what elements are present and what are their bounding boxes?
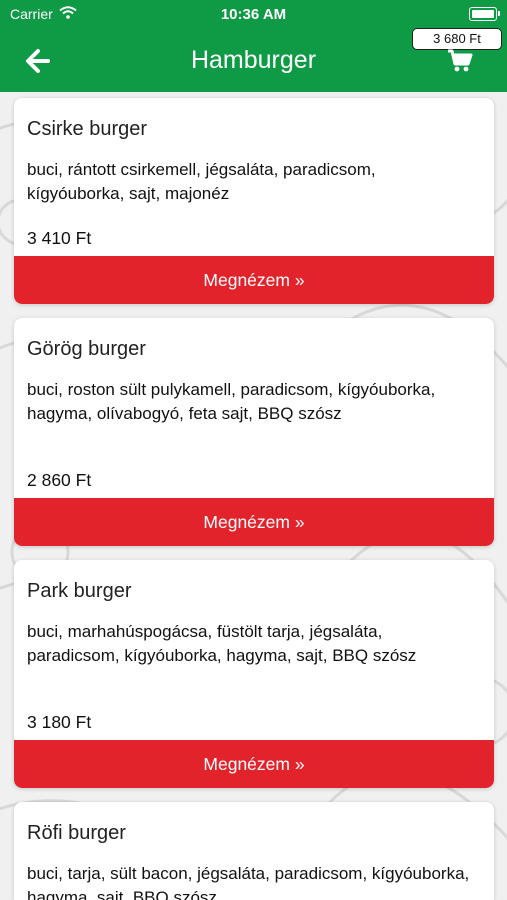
product-card: Görög burger buci, roston sült pulykamel…: [14, 318, 494, 546]
product-description: buci, marhahúspogácsa, füstölt tarja, jé…: [27, 622, 417, 665]
product-description: buci, rántott csirkemell, jégsaláta, par…: [27, 160, 376, 203]
status-bar: Carrier 10:36 AM: [0, 0, 507, 28]
product-description: buci, tarja, sült bacon, jégsaláta, para…: [27, 864, 470, 900]
product-card: Csirke burger buci, rántott csirkemell, …: [14, 98, 494, 304]
cart-total-badge: 3 680 Ft: [412, 28, 502, 50]
product-name: Csirke burger: [27, 118, 148, 140]
product-name: Görög burger: [27, 338, 146, 360]
view-button[interactable]: Megnézem »: [14, 498, 494, 546]
product-description: buci, roston sült pulykamell, paradicsom…: [27, 380, 436, 423]
header-bar: Carrier 10:36 AM Hamburger 3 680 Ft: [0, 0, 507, 92]
cart-icon[interactable]: [446, 48, 474, 74]
clock: 10:36 AM: [220, 6, 287, 23]
product-card: Röfi burger buci, tarja, sült bacon, jég…: [14, 802, 494, 900]
view-button[interactable]: Megnézem »: [14, 740, 494, 788]
product-name: Park burger: [27, 580, 132, 602]
product-name: Röfi burger: [27, 822, 126, 844]
product-price: 2 860 Ft: [27, 470, 92, 490]
battery-icon: [469, 7, 500, 21]
navigation-bar: Hamburger 3 680 Ft: [0, 28, 507, 92]
view-button[interactable]: Megnézem »: [14, 256, 494, 304]
product-price: 3 410 Ft: [27, 228, 92, 248]
product-card: Park burger buci, marhahúspogácsa, füstö…: [14, 560, 494, 788]
product-price: 3 180 Ft: [27, 712, 92, 732]
page-title: Hamburger: [190, 46, 317, 74]
